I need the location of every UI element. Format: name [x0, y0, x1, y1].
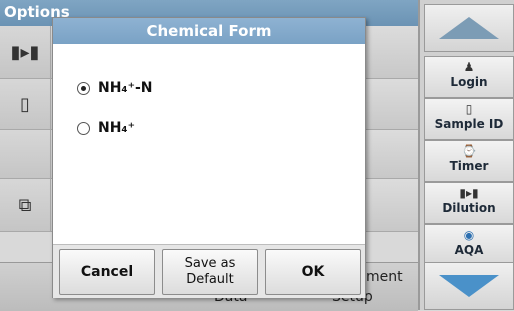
sample-id-button[interactable]: ▯ Sample ID: [424, 98, 514, 140]
dialog-title: Chemical Form: [53, 18, 365, 44]
save-as-default-button[interactable]: Save as Default: [162, 249, 258, 295]
radio-selected-icon[interactable]: [77, 81, 90, 95]
dilution-label: Dilution: [442, 201, 496, 215]
dialog-footer: Cancel Save as Default OK: [53, 244, 365, 298]
copy-icon[interactable]: ⧉: [0, 179, 51, 231]
scroll-down-button[interactable]: [424, 262, 514, 310]
sample-id-label: Sample ID: [434, 117, 504, 131]
arrow-down-icon: [439, 275, 499, 297]
sample-vials-icon[interactable]: ▮▸▮: [0, 26, 51, 78]
options-tile-empty[interactable]: [0, 130, 51, 178]
aqa-button[interactable]: ◉ AQA: [424, 224, 514, 266]
timer-label: Timer: [449, 159, 489, 173]
option-nh4-n-label: NH₄⁺-N: [98, 80, 153, 96]
option-nh4-label: NH₄⁺: [98, 120, 135, 136]
cancel-button[interactable]: Cancel: [59, 249, 155, 295]
arrow-up-icon: [439, 17, 499, 39]
save-line2: Default: [186, 272, 234, 287]
scroll-up-button[interactable]: [424, 4, 514, 52]
dilution-icon: ▮▸▮: [459, 186, 479, 200]
login-label: Login: [450, 75, 488, 89]
person-icon: ♟: [463, 60, 475, 74]
bottom-label-fragment[interactable]: ment: [366, 269, 403, 285]
timer-icon: ⌚: [461, 144, 477, 158]
sample-cell-icon: ▯: [465, 102, 473, 116]
timer-button[interactable]: ⌚ Timer: [424, 140, 514, 182]
sample-cell-icon[interactable]: ▯: [0, 79, 51, 129]
ok-button[interactable]: OK: [265, 249, 361, 295]
save-line1: Save as: [184, 256, 236, 271]
right-sidebar: ♟ Login ▯ Sample ID ⌚ Timer ▮▸▮ Dilution…: [418, 0, 514, 310]
chemical-form-dialog: Chemical Form NH₄⁺-N NH₄⁺ Cancel Save as…: [52, 17, 366, 298]
dilution-button[interactable]: ▮▸▮ Dilution: [424, 182, 514, 224]
aqa-label: AQA: [454, 243, 484, 257]
option-nh4-n[interactable]: NH₄⁺-N: [77, 80, 152, 96]
radio-unselected-icon[interactable]: [77, 121, 90, 135]
aqa-icon: ◉: [463, 228, 475, 242]
option-nh4[interactable]: NH₄⁺: [77, 120, 135, 136]
login-button[interactable]: ♟ Login: [424, 56, 514, 98]
